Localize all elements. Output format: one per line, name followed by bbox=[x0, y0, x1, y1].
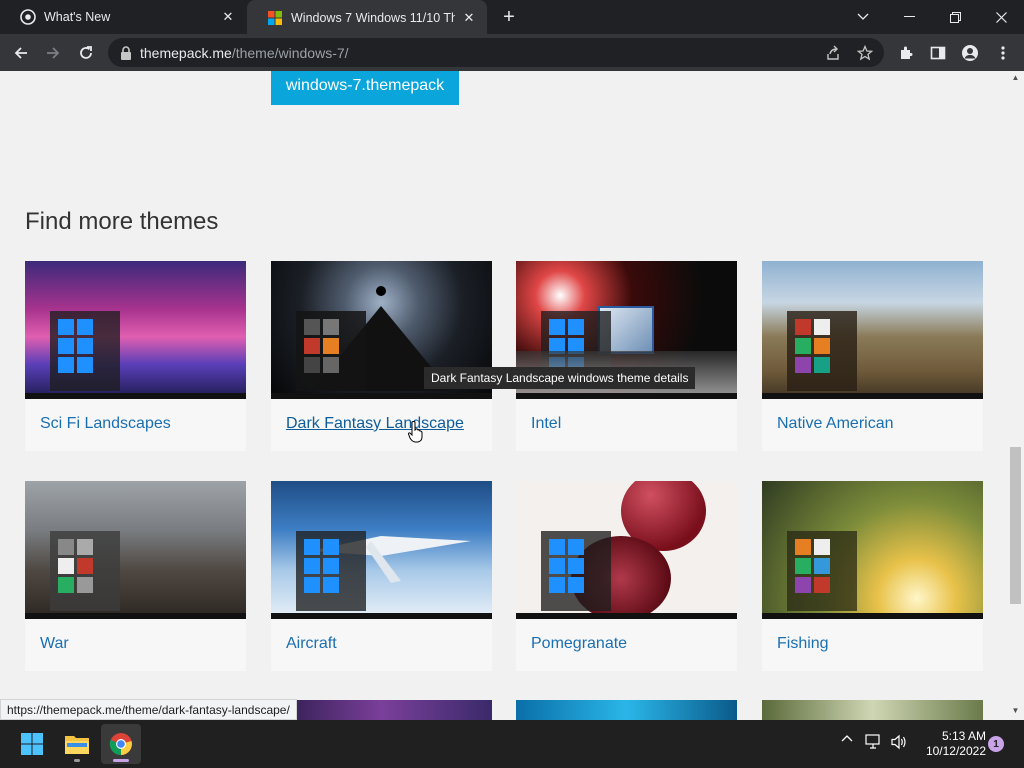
theme-card[interactable]: Aircraft bbox=[271, 481, 492, 671]
taskbar-clock[interactable]: 5:13 AM 10/12/2022 bbox=[918, 729, 986, 759]
theme-thumbnail[interactable] bbox=[762, 700, 983, 720]
theme-card[interactable]: Sci Fi Landscapes bbox=[25, 261, 246, 451]
scrollbar-thumb[interactable] bbox=[1010, 447, 1021, 604]
theme-thumbnail[interactable] bbox=[762, 481, 983, 619]
status-url-bubble: https://themepack.me/theme/dark-fantasy-… bbox=[0, 699, 297, 720]
close-tab-icon[interactable]: ✕ bbox=[220, 9, 236, 25]
theme-link[interactable]: Aircraft bbox=[286, 635, 337, 653]
share-icon[interactable] bbox=[824, 44, 842, 62]
web-page: windows-7.themepack Find more themes Sci… bbox=[0, 71, 1008, 720]
tab-strip: What's New ✕ Windows 7 Windows 11/10 The… bbox=[0, 0, 1024, 35]
theme-link[interactable]: Native American bbox=[777, 415, 894, 433]
theme-thumbnail[interactable] bbox=[271, 700, 492, 720]
start-button[interactable] bbox=[12, 724, 52, 764]
theme-card[interactable]: Pomegranate bbox=[516, 481, 737, 671]
notification-badge[interactable]: 1 bbox=[988, 736, 1004, 752]
close-window-button[interactable] bbox=[978, 0, 1024, 34]
windows-start-icon bbox=[21, 733, 43, 755]
download-themepack-button[interactable]: windows-7.themepack bbox=[271, 71, 459, 105]
reload-button[interactable] bbox=[73, 40, 99, 66]
hand-cursor-icon bbox=[408, 421, 423, 443]
theme-card[interactable]: Fishing bbox=[762, 481, 983, 671]
tab-title: What's New bbox=[44, 10, 111, 24]
tab-windows-7-theme[interactable]: Windows 7 Windows 11/10 Theme ✕ bbox=[247, 0, 487, 35]
scroll-down-arrow-icon[interactable]: ▼ bbox=[1010, 706, 1021, 716]
theme-thumbnail[interactable] bbox=[271, 481, 492, 619]
network-icon[interactable] bbox=[864, 734, 884, 750]
close-tab-icon[interactable]: ✕ bbox=[461, 10, 477, 26]
show-hidden-icons-icon[interactable] bbox=[838, 734, 856, 742]
theme-card[interactable]: War bbox=[25, 481, 246, 671]
back-button[interactable] bbox=[8, 40, 34, 66]
taskbar-chrome[interactable] bbox=[101, 724, 141, 764]
side-panel-icon[interactable] bbox=[925, 40, 951, 66]
menu-kebab-icon[interactable] bbox=[990, 40, 1016, 66]
theme-link[interactable]: Sci Fi Landscapes bbox=[40, 415, 171, 433]
browser-toolbar: themepack.me/theme/windows-7/ bbox=[0, 34, 1024, 71]
tab-search-icon[interactable] bbox=[840, 0, 886, 34]
theme-card[interactable]: Native American bbox=[762, 261, 983, 451]
lock-icon[interactable] bbox=[120, 45, 132, 60]
theme-thumbnail[interactable] bbox=[516, 700, 737, 720]
forward-button[interactable] bbox=[40, 40, 66, 66]
clock-time: 5:13 AM bbox=[941, 729, 986, 743]
profile-avatar-icon[interactable] bbox=[957, 40, 983, 66]
page-scrollbar[interactable] bbox=[1008, 71, 1024, 720]
chrome-icon bbox=[109, 733, 132, 756]
theme-card[interactable]: Intel bbox=[516, 261, 737, 451]
new-tab-button[interactable]: + bbox=[498, 6, 520, 28]
taskbar-file-explorer[interactable] bbox=[57, 724, 97, 764]
theme-card[interactable]: Dark Fantasy Landscape bbox=[271, 261, 492, 451]
minimize-button[interactable] bbox=[886, 0, 932, 34]
scroll-up-arrow-icon[interactable]: ▲ bbox=[1010, 73, 1021, 83]
tab-title: Windows 7 Windows 11/10 Theme bbox=[291, 10, 455, 25]
section-title: Find more themes bbox=[25, 208, 219, 235]
url-host: themepack.me bbox=[140, 44, 232, 61]
theme-link[interactable]: Pomegranate bbox=[531, 635, 627, 653]
extensions-icon[interactable] bbox=[893, 40, 919, 66]
theme-link[interactable]: War bbox=[40, 635, 69, 653]
url-path: /theme/windows-7/ bbox=[231, 44, 349, 61]
bookmark-star-icon[interactable] bbox=[856, 44, 874, 62]
windows-logo-icon bbox=[268, 10, 282, 25]
chrome-icon bbox=[20, 9, 36, 25]
link-tooltip: Dark Fantasy Landscape windows theme det… bbox=[424, 367, 696, 389]
theme-thumbnail[interactable] bbox=[516, 481, 737, 619]
theme-thumbnail[interactable] bbox=[25, 481, 246, 619]
address-bar[interactable]: themepack.me/theme/windows-7/ bbox=[108, 38, 884, 67]
theme-thumbnail[interactable] bbox=[25, 261, 246, 399]
clock-date: 10/12/2022 bbox=[925, 744, 986, 758]
tab-whats-new[interactable]: What's New ✕ bbox=[0, 0, 246, 34]
volume-icon[interactable] bbox=[889, 734, 909, 750]
theme-thumbnail[interactable] bbox=[762, 261, 983, 399]
restore-button[interactable] bbox=[932, 0, 978, 34]
theme-link[interactable]: Fishing bbox=[777, 635, 829, 653]
windows-taskbar: 5:13 AM 10/12/2022 bbox=[0, 720, 1024, 768]
theme-link[interactable]: Dark Fantasy Landscape bbox=[286, 415, 464, 433]
folder-icon bbox=[65, 736, 89, 754]
theme-link[interactable]: Intel bbox=[531, 415, 561, 433]
